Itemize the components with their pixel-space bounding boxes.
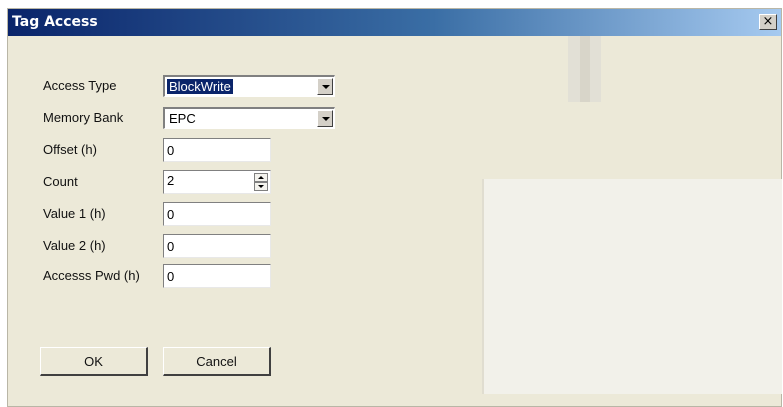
- access-pwd-label: Accesss Pwd (h): [43, 268, 140, 283]
- memory-bank-label: Memory Bank: [43, 110, 124, 125]
- offset-label: Offset (h): [43, 142, 97, 157]
- tag-access-dialog: Tag Access × Access Type BlockWrite Memo…: [7, 8, 782, 407]
- count-value: 2: [167, 173, 175, 188]
- value2-field[interactable]: [163, 234, 271, 258]
- spin-up-button[interactable]: [254, 173, 268, 182]
- dialog-title: Tag Access: [12, 14, 98, 30]
- count-label: Count: [43, 174, 78, 189]
- access-type-select[interactable]: BlockWrite: [163, 75, 335, 97]
- value2-label: Value 2 (h): [43, 238, 106, 253]
- close-button[interactable]: ×: [759, 14, 777, 30]
- ok-button[interactable]: OK: [40, 347, 148, 376]
- background-panel: [580, 36, 590, 102]
- count-stepper[interactable]: 2: [163, 170, 271, 194]
- value1-field[interactable]: [163, 202, 271, 226]
- arrow-down-icon: [258, 185, 264, 188]
- arrow-up-icon: [258, 176, 264, 179]
- chevron-down-icon: [322, 85, 330, 89]
- count-spinner[interactable]: [254, 173, 268, 191]
- title-bar[interactable]: Tag Access ×: [8, 9, 781, 36]
- memory-bank-select[interactable]: EPC: [163, 107, 335, 129]
- offset-field[interactable]: [163, 138, 271, 162]
- spin-down-button[interactable]: [254, 182, 268, 191]
- background-panel: [482, 179, 782, 394]
- chevron-down-icon: [322, 117, 330, 121]
- cancel-button[interactable]: Cancel: [163, 347, 271, 376]
- access-type-label: Access Type: [43, 78, 117, 93]
- access-pwd-field[interactable]: [163, 264, 271, 288]
- memory-bank-dropdown-button[interactable]: [317, 110, 333, 127]
- memory-bank-value: EPC: [169, 111, 196, 126]
- access-type-dropdown-button[interactable]: [317, 78, 333, 95]
- value1-label: Value 1 (h): [43, 206, 106, 221]
- access-type-value: BlockWrite: [167, 79, 233, 94]
